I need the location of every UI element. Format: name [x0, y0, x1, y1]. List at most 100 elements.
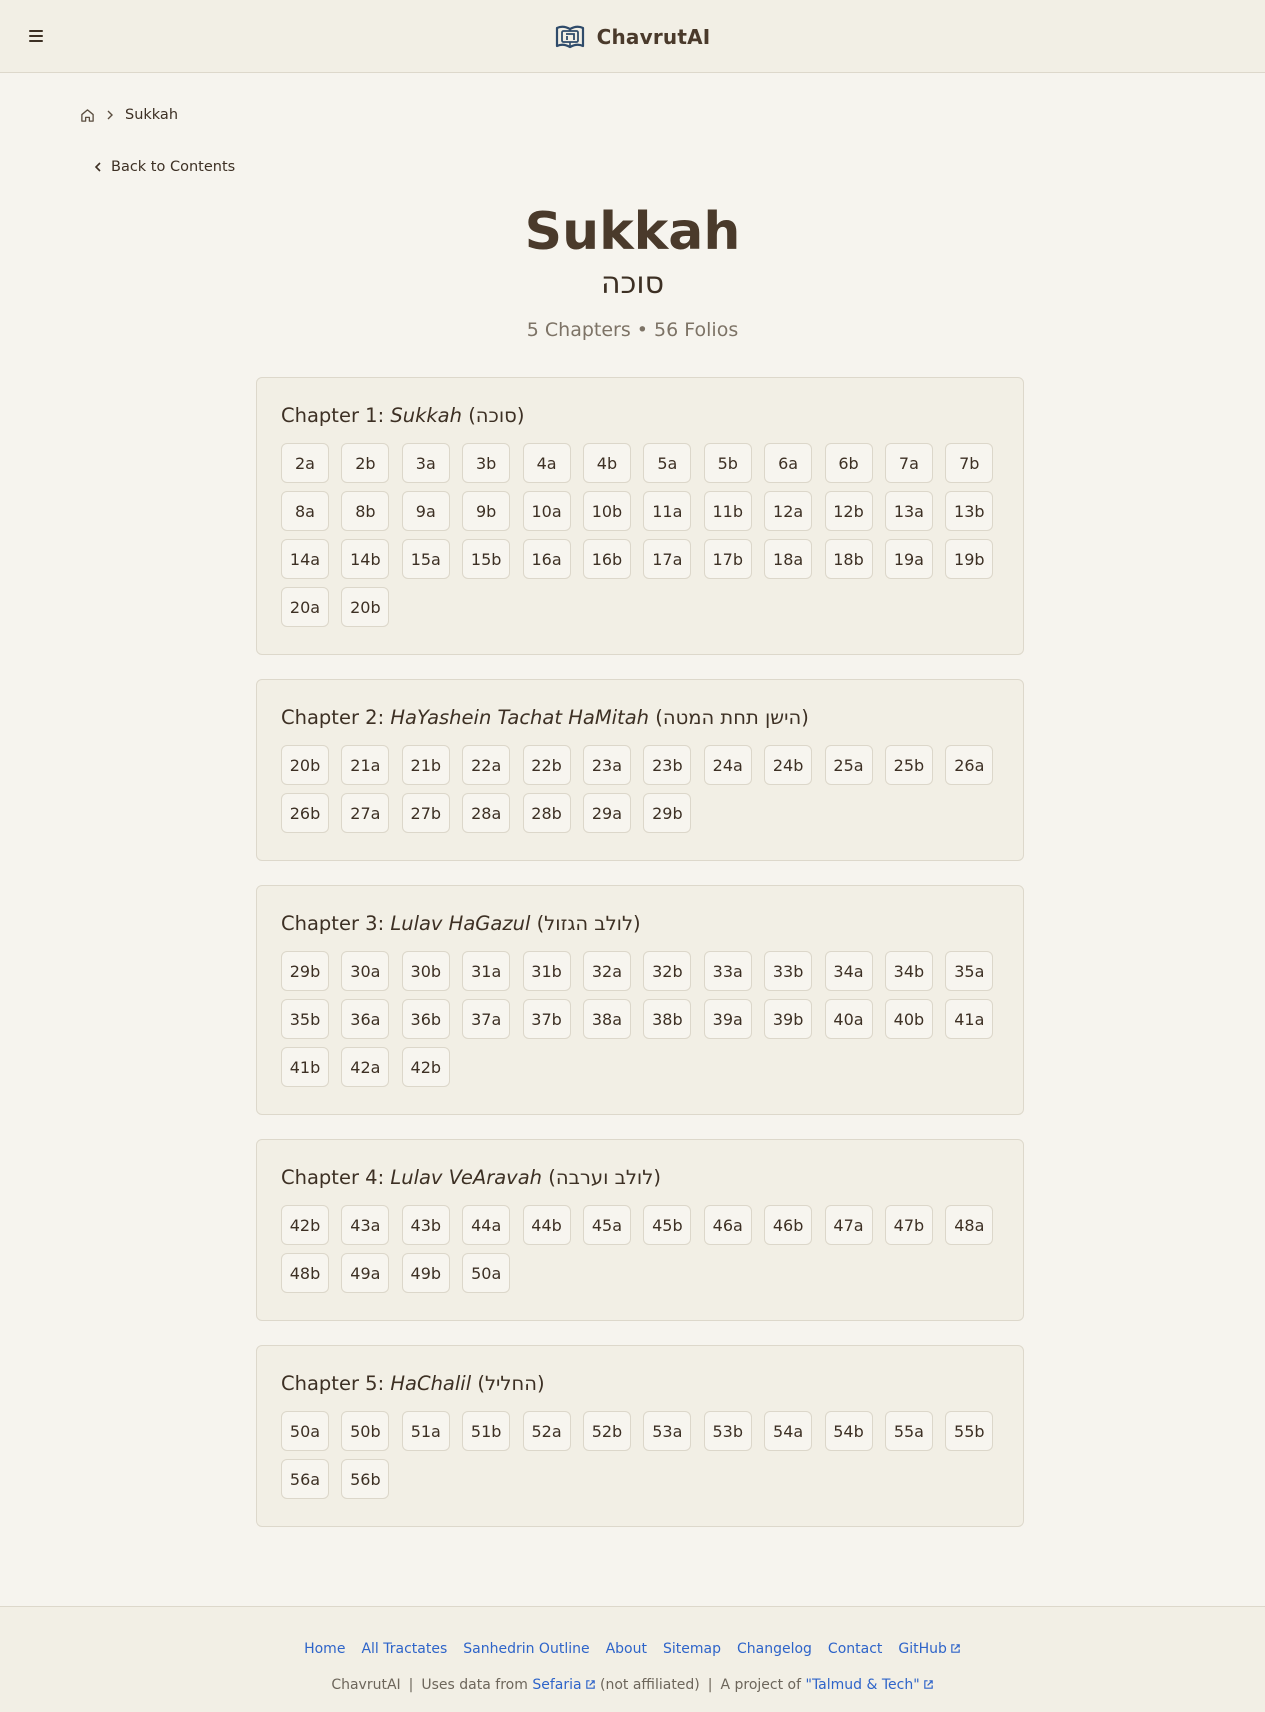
- folio-button[interactable]: 18b: [824, 539, 873, 579]
- folio-button[interactable]: 31b: [522, 951, 571, 991]
- folio-button[interactable]: 45a: [582, 1205, 631, 1245]
- folio-button[interactable]: 26a: [945, 745, 994, 785]
- folio-button[interactable]: 39a: [703, 999, 752, 1039]
- folio-button[interactable]: 7a: [884, 443, 933, 483]
- folio-button[interactable]: 18a: [764, 539, 813, 579]
- folio-button[interactable]: 11b: [703, 491, 752, 531]
- folio-button[interactable]: 14a: [281, 539, 329, 579]
- folio-button[interactable]: 17b: [703, 539, 752, 579]
- folio-button[interactable]: 29b: [643, 793, 692, 833]
- folio-button[interactable]: 30b: [401, 951, 450, 991]
- sefaria-link[interactable]: Sefaria: [532, 1677, 595, 1693]
- folio-button[interactable]: 42b: [401, 1047, 450, 1087]
- folio-button[interactable]: 3b: [462, 443, 511, 483]
- folio-button[interactable]: 49b: [401, 1253, 450, 1293]
- folio-button[interactable]: 35b: [281, 999, 329, 1039]
- folio-button[interactable]: 14b: [341, 539, 390, 579]
- folio-button[interactable]: 32b: [643, 951, 692, 991]
- folio-button[interactable]: 19a: [884, 539, 933, 579]
- folio-button[interactable]: 27a: [341, 793, 390, 833]
- folio-button[interactable]: 54a: [764, 1411, 813, 1451]
- folio-button[interactable]: 16b: [582, 539, 631, 579]
- folio-button[interactable]: 56b: [341, 1459, 390, 1499]
- folio-button[interactable]: 39b: [764, 999, 813, 1039]
- folio-button[interactable]: 13b: [945, 491, 994, 531]
- folio-button[interactable]: 24a: [703, 745, 752, 785]
- folio-button[interactable]: 34a: [824, 951, 873, 991]
- folio-button[interactable]: 52a: [522, 1411, 571, 1451]
- folio-button[interactable]: 48b: [281, 1253, 329, 1293]
- folio-button[interactable]: 42a: [341, 1047, 390, 1087]
- folio-button[interactable]: 8a: [281, 491, 329, 531]
- folio-button[interactable]: 21b: [401, 745, 450, 785]
- folio-button[interactable]: 2b: [341, 443, 390, 483]
- folio-button[interactable]: 19b: [945, 539, 994, 579]
- folio-button[interactable]: 17a: [643, 539, 692, 579]
- folio-button[interactable]: 12a: [764, 491, 813, 531]
- folio-button[interactable]: 51b: [462, 1411, 511, 1451]
- folio-button[interactable]: 3a: [401, 443, 450, 483]
- folio-button[interactable]: 6b: [824, 443, 873, 483]
- folio-button[interactable]: 54b: [824, 1411, 873, 1451]
- folio-button[interactable]: 29b: [281, 951, 329, 991]
- folio-button[interactable]: 53b: [703, 1411, 752, 1451]
- folio-button[interactable]: 44b: [522, 1205, 571, 1245]
- folio-button[interactable]: 40a: [824, 999, 873, 1039]
- folio-button[interactable]: 20b: [341, 587, 390, 627]
- folio-button[interactable]: 30a: [341, 951, 390, 991]
- folio-button[interactable]: 31a: [462, 951, 511, 991]
- folio-button[interactable]: 33b: [764, 951, 813, 991]
- folio-button[interactable]: 47b: [884, 1205, 933, 1245]
- folio-button[interactable]: 11a: [643, 491, 692, 531]
- folio-button[interactable]: 21a: [341, 745, 390, 785]
- folio-button[interactable]: 37a: [462, 999, 511, 1039]
- footer-link-home[interactable]: Home: [304, 1641, 345, 1657]
- folio-button[interactable]: 40b: [884, 999, 933, 1039]
- folio-button[interactable]: 42b: [281, 1205, 329, 1245]
- brand[interactable]: ChavrutAI: [0, 22, 1265, 52]
- footer-link-all-tractates[interactable]: All Tractates: [361, 1641, 447, 1657]
- folio-button[interactable]: 36b: [401, 999, 450, 1039]
- folio-button[interactable]: 6a: [764, 443, 813, 483]
- folio-button[interactable]: 24b: [764, 745, 813, 785]
- folio-button[interactable]: 43b: [401, 1205, 450, 1245]
- folio-button[interactable]: 9a: [401, 491, 450, 531]
- folio-button[interactable]: 15b: [462, 539, 511, 579]
- folio-button[interactable]: 22b: [522, 745, 571, 785]
- folio-button[interactable]: 12b: [824, 491, 873, 531]
- folio-button[interactable]: 47a: [824, 1205, 873, 1245]
- folio-button[interactable]: 50a: [281, 1411, 329, 1451]
- folio-button[interactable]: 55a: [884, 1411, 933, 1451]
- folio-button[interactable]: 38a: [582, 999, 631, 1039]
- folio-button[interactable]: 52b: [582, 1411, 631, 1451]
- folio-button[interactable]: 48a: [945, 1205, 994, 1245]
- folio-button[interactable]: 56a: [281, 1459, 329, 1499]
- folio-button[interactable]: 41b: [281, 1047, 329, 1087]
- folio-button[interactable]: 2a: [281, 443, 329, 483]
- back-to-contents-link[interactable]: Back to Contents: [93, 156, 235, 178]
- folio-button[interactable]: 55b: [945, 1411, 994, 1451]
- folio-button[interactable]: 28b: [522, 793, 571, 833]
- folio-button[interactable]: 44a: [462, 1205, 511, 1245]
- folio-button[interactable]: 27b: [401, 793, 450, 833]
- folio-button[interactable]: 5b: [703, 443, 752, 483]
- folio-button[interactable]: 25a: [824, 745, 873, 785]
- footer-link-sanhedrin-outline[interactable]: Sanhedrin Outline: [463, 1641, 589, 1657]
- folio-button[interactable]: 23b: [643, 745, 692, 785]
- folio-button[interactable]: 25b: [884, 745, 933, 785]
- folio-button[interactable]: 41a: [945, 999, 994, 1039]
- footer-link-contact[interactable]: Contact: [828, 1641, 882, 1657]
- folio-button[interactable]: 26b: [281, 793, 329, 833]
- folio-button[interactable]: 9b: [462, 491, 511, 531]
- footer-link-changelog[interactable]: Changelog: [737, 1641, 812, 1657]
- folio-button[interactable]: 15a: [401, 539, 450, 579]
- folio-button[interactable]: 28a: [462, 793, 511, 833]
- folio-button[interactable]: 46b: [764, 1205, 813, 1245]
- folio-button[interactable]: 33a: [703, 951, 752, 991]
- folio-button[interactable]: 13a: [884, 491, 933, 531]
- folio-button[interactable]: 10b: [582, 491, 631, 531]
- folio-button[interactable]: 43a: [341, 1205, 390, 1245]
- footer-link-github[interactable]: GitHub: [898, 1641, 961, 1657]
- folio-button[interactable]: 10a: [522, 491, 571, 531]
- folio-button[interactable]: 35a: [945, 951, 994, 991]
